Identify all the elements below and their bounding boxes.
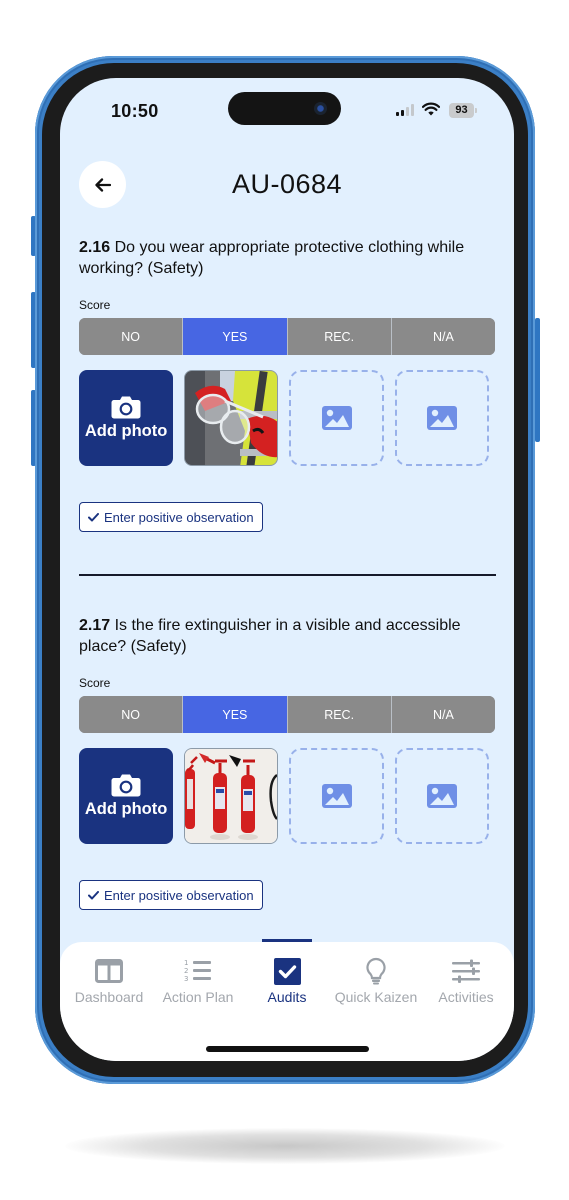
- question-text: 2.17 Is the fire extinguisher in a visib…: [79, 615, 489, 657]
- score-option-no[interactable]: NO: [79, 318, 183, 355]
- image-placeholder-icon: [321, 784, 352, 808]
- empty-photo-slot[interactable]: [394, 748, 489, 844]
- extinguishers-photo: [185, 749, 278, 843]
- battery-tip: [475, 108, 477, 113]
- tab-label: Quick Kaizen: [334, 989, 418, 1005]
- add-photo-button[interactable]: Add photo: [79, 748, 174, 844]
- image-placeholder-icon: [426, 784, 457, 808]
- dynamic-island: [228, 92, 341, 125]
- add-photo-label: Add photo: [84, 421, 168, 440]
- positive-observation-button[interactable]: Enter positive observation: [79, 880, 263, 910]
- sliders-icon: [452, 959, 480, 983]
- empty-photo-slot[interactable]: [289, 370, 384, 466]
- status-time: 10:50: [111, 101, 159, 121]
- score-option-no[interactable]: NO: [79, 696, 183, 733]
- checkbox-icon: [273, 957, 301, 985]
- front-camera-icon: [314, 102, 327, 115]
- tab-activities[interactable]: Activities: [420, 956, 512, 1005]
- score-option-na[interactable]: N/A: [390, 696, 495, 733]
- section-divider: [79, 574, 496, 576]
- score-label: Score: [79, 676, 111, 690]
- goggles-photo: [185, 371, 278, 465]
- tab-audits[interactable]: Audits: [241, 956, 333, 1005]
- power-button: [535, 318, 540, 442]
- photo-thumbnail-goggles[interactable]: [184, 370, 279, 466]
- tab-label: Activities: [438, 989, 494, 1005]
- score-option-yes[interactable]: YES: [182, 696, 287, 733]
- add-photo-button[interactable]: Add photo: [79, 370, 174, 466]
- camera-icon: [111, 396, 141, 418]
- positive-observation-label: Enter positive observation: [104, 887, 254, 903]
- phone-shadow: [65, 1128, 505, 1164]
- tab-label: Audits: [267, 989, 307, 1005]
- app-screen: 10:50 93 AU-0684 2.16 Do you wear approp…: [60, 78, 514, 1061]
- empty-photo-slot[interactable]: [289, 748, 384, 844]
- checkmark-icon: [88, 890, 99, 899]
- score-option-na[interactable]: N/A: [390, 318, 495, 355]
- add-photo-label: Add photo: [84, 799, 168, 818]
- score-option-rec[interactable]: REC.: [286, 318, 391, 355]
- positive-observation-button[interactable]: Enter positive observation: [79, 502, 263, 532]
- lightbulb-icon: [366, 957, 386, 985]
- score-selector: NO YES REC. N/A: [79, 696, 495, 733]
- page-title: AU-0684: [231, 169, 343, 199]
- svg-text:3: 3: [184, 975, 188, 983]
- positive-observation-label: Enter positive observation: [104, 509, 254, 525]
- tab-quick-kaizen[interactable]: Quick Kaizen: [330, 956, 422, 1005]
- question-number: 2.17: [79, 617, 111, 634]
- bottom-tab-bar: Dashboard 1 2 3 Action Plan Audits Quick…: [60, 942, 514, 1061]
- question-label: Do you wear appropriate protective cloth…: [79, 239, 465, 277]
- checkmark-icon: [88, 512, 99, 521]
- photo-row: Add photo: [79, 370, 489, 466]
- numbered-list-icon: 1 2 3: [184, 959, 211, 983]
- photo-thumbnail-extinguishers[interactable]: [184, 748, 279, 844]
- question-label: Is the fire extinguisher in a visible an…: [79, 617, 461, 655]
- tab-label: Action Plan: [162, 989, 234, 1005]
- cellular-signal-icon: [396, 104, 414, 116]
- score-option-rec[interactable]: REC.: [286, 696, 391, 733]
- svg-text:2: 2: [184, 967, 188, 975]
- question-card: 2.17 Is the fire extinguisher in a visib…: [79, 615, 495, 910]
- battery-indicator: 93: [449, 103, 474, 118]
- question-card: 2.16 Do you wear appropriate protective …: [79, 237, 495, 532]
- image-placeholder-icon: [426, 406, 457, 430]
- tab-action-plan[interactable]: 1 2 3 Action Plan: [152, 956, 244, 1005]
- score-option-yes[interactable]: YES: [182, 318, 287, 355]
- home-indicator[interactable]: [206, 1046, 369, 1052]
- tab-label: Dashboard: [74, 989, 144, 1005]
- wifi-icon: [422, 102, 440, 116]
- question-number: 2.16: [79, 239, 111, 256]
- image-placeholder-icon: [321, 406, 352, 430]
- tab-dashboard[interactable]: Dashboard: [63, 956, 155, 1005]
- score-selector: NO YES REC. N/A: [79, 318, 495, 355]
- photo-row: Add photo: [79, 748, 489, 844]
- question-text: 2.16 Do you wear appropriate protective …: [79, 237, 489, 279]
- score-label: Score: [79, 298, 111, 312]
- empty-photo-slot[interactable]: [394, 370, 489, 466]
- camera-icon: [111, 774, 141, 796]
- svg-text:1: 1: [184, 959, 188, 967]
- dashboard-icon: [95, 959, 123, 983]
